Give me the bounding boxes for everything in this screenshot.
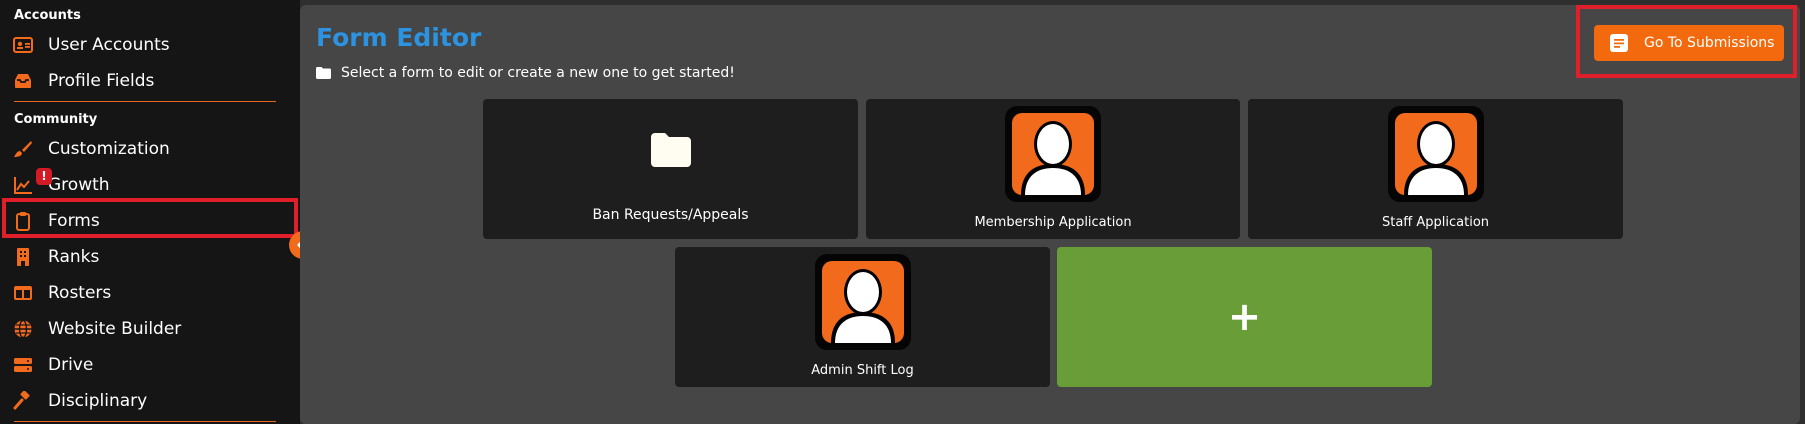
- page-title: Form Editor: [316, 23, 482, 52]
- folder-icon: [651, 133, 691, 167]
- form-card-staff-application[interactable]: Staff Application: [1248, 99, 1623, 239]
- globe-icon: [14, 319, 32, 339]
- gavel-icon: [13, 391, 30, 410]
- sidebar-item-label: Customization: [48, 139, 170, 159]
- form-card-admin-shift-log[interactable]: Admin Shift Log: [675, 247, 1050, 387]
- form-editor-panel: Form Editor Select a form to edit or cre…: [300, 5, 1800, 424]
- hard-drive-icon: [14, 358, 32, 372]
- section-title-accounts: Accounts: [14, 8, 81, 23]
- form-card-ban-requests[interactable]: Ban Requests/Appeals: [483, 99, 858, 239]
- sidebar-item-drive[interactable]: Drive: [0, 347, 300, 383]
- go-to-submissions-label: Go To Submissions: [1644, 35, 1775, 51]
- chart-line-icon: [14, 177, 32, 194]
- sidebar-item-disciplinary[interactable]: Disciplinary: [0, 383, 300, 419]
- folder-icon: [316, 67, 331, 79]
- form-card-label: Admin Shift Log: [811, 363, 914, 378]
- form-card-label: Membership Application: [974, 215, 1132, 230]
- page-subtitle: Select a form to edit or create a new on…: [316, 65, 735, 81]
- form-card-label: Ban Requests/Appeals: [592, 207, 749, 223]
- subtitle-text: Select a form to edit or create a new on…: [341, 65, 735, 81]
- sidebar-divider: [14, 101, 276, 102]
- sidebar-item-label: Ranks: [48, 247, 100, 267]
- go-to-submissions-button[interactable]: Go To Submissions: [1594, 25, 1784, 61]
- sidebar-item-website-builder[interactable]: Website Builder: [0, 311, 300, 347]
- section-title-community: Community: [14, 112, 98, 127]
- forms-highlight-box: [2, 198, 298, 238]
- avatar-icon: [1387, 106, 1484, 202]
- sidebar-item-label: Growth: [48, 175, 110, 195]
- sidebar-item-label: Profile Fields: [48, 71, 155, 91]
- sidebar-item-label: User Accounts: [48, 35, 170, 55]
- sidebar: Accounts User Accounts Profile Fields Co…: [0, 0, 300, 424]
- sidebar-item-label: Rosters: [48, 283, 112, 303]
- building-icon: [17, 248, 29, 266]
- sidebar-item-label: Disciplinary: [48, 391, 148, 411]
- sidebar-item-label: Website Builder: [48, 319, 182, 339]
- paintbrush-icon: [14, 141, 32, 157]
- app-root: Accounts User Accounts Profile Fields Co…: [0, 0, 1805, 424]
- growth-alert-badge: !: [36, 168, 52, 185]
- sidebar-item-user-accounts[interactable]: User Accounts: [0, 27, 300, 63]
- sidebar-item-ranks[interactable]: Ranks: [0, 239, 300, 275]
- columns-icon: [14, 286, 32, 300]
- id-card-icon: [13, 37, 33, 53]
- avatar-icon: [1005, 106, 1101, 202]
- form-card-membership-application[interactable]: Membership Application: [866, 99, 1240, 239]
- form-card-label: Staff Application: [1381, 215, 1490, 230]
- sidebar-item-label: Drive: [48, 355, 94, 375]
- sidebar-item-customization[interactable]: Customization: [0, 131, 300, 167]
- avatar-icon: [814, 254, 911, 350]
- sidebar-item-rosters[interactable]: Rosters: [0, 275, 300, 311]
- plus-icon: +: [1227, 294, 1262, 340]
- sidebar-divider: [14, 421, 276, 422]
- sidebar-item-profile-fields[interactable]: Profile Fields: [0, 63, 300, 99]
- add-form-button[interactable]: +: [1057, 247, 1432, 387]
- document-list-icon: [1610, 34, 1628, 52]
- inbox-tray-icon: [15, 74, 31, 88]
- submissions-highlight-box: Go To Submissions: [1576, 5, 1797, 78]
